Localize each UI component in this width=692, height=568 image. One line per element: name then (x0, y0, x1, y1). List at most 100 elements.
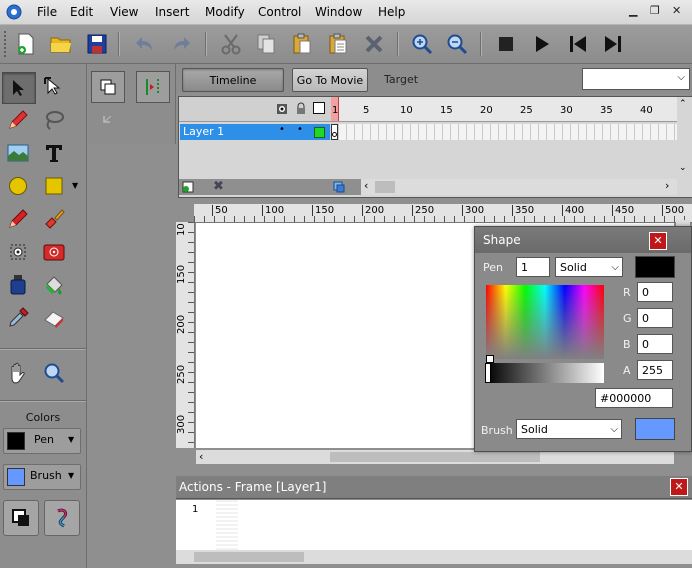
rectangle-tool[interactable] (38, 171, 70, 201)
tab-go-to-movie[interactable]: Go To Movie (292, 68, 368, 92)
close-icon[interactable]: ✕ (672, 4, 681, 17)
close-icon[interactable]: ✕ (670, 478, 688, 496)
keyframe-cell[interactable] (331, 124, 338, 140)
add-layer-icon[interactable] (182, 181, 194, 196)
stop-button[interactable] (492, 30, 520, 58)
menu-help[interactable]: Help (378, 5, 405, 19)
pen-tool[interactable] (2, 204, 34, 234)
brush-style-select[interactable]: Solid ⌵ (516, 419, 622, 439)
brightness-slider[interactable] (486, 363, 604, 383)
subselect-tool[interactable] (38, 72, 70, 102)
straighten-icon[interactable] (100, 114, 116, 133)
redo-button[interactable] (167, 30, 195, 58)
arrow-tool[interactable] (2, 72, 36, 104)
delete-layer-icon[interactable]: ✖ (213, 179, 224, 194)
delete-button[interactable] (360, 30, 388, 58)
minimize-icon[interactable]: ▁ (629, 4, 637, 17)
actions-title-bar[interactable]: Actions - Frame [Layer1] ✕ (176, 476, 692, 499)
ellipse-tool[interactable] (2, 171, 34, 201)
forward-end-button[interactable] (599, 30, 627, 58)
g-input[interactable]: 0 (637, 308, 673, 328)
undo-button[interactable] (131, 30, 159, 58)
menu-window[interactable]: Window (315, 5, 362, 19)
zoom-out-button[interactable] (443, 30, 471, 58)
menu-insert[interactable]: Insert (155, 5, 189, 19)
pen-color-button[interactable]: Pen ▼ (3, 428, 81, 454)
scroll-left-icon[interactable]: ‹ (364, 179, 368, 192)
r-input[interactable]: 0 (637, 282, 673, 302)
hand-tool[interactable] (2, 358, 34, 388)
menu-view[interactable]: View (110, 5, 138, 19)
save-button[interactable] (83, 30, 111, 58)
timeline-hscrollbar[interactable]: ‹ › (361, 179, 677, 195)
scroll-thumb[interactable] (194, 552, 304, 562)
default-colors-button[interactable] (3, 500, 39, 536)
pencil-tool[interactable] (2, 105, 34, 135)
lock-icon[interactable] (295, 102, 307, 118)
eyedropper-tool[interactable] (2, 303, 34, 333)
image-tool[interactable] (2, 138, 34, 168)
paint-bucket-tool[interactable] (38, 270, 70, 300)
actions-editor[interactable]: 1 (176, 500, 692, 550)
pen-style-select[interactable]: Solid ⌵ (555, 257, 623, 277)
scroll-down-icon[interactable]: ⌄ (679, 163, 687, 173)
a-input[interactable]: 255 (637, 360, 673, 380)
hex-input[interactable]: #000000 (595, 388, 673, 408)
restore-icon[interactable]: ❐ (650, 4, 660, 17)
copy-button[interactable] (252, 30, 280, 58)
tab-timeline[interactable]: Timeline (182, 68, 284, 92)
fill-transform-tool[interactable] (38, 237, 70, 267)
timeline-vscrollbar[interactable]: ⌃ ⌄ (677, 97, 691, 179)
brightness-thumb[interactable] (485, 363, 491, 383)
brush-tool[interactable] (38, 204, 70, 234)
frame-cells[interactable] (331, 124, 677, 140)
color-spectrum[interactable] (486, 285, 604, 359)
outline-square-icon[interactable] (313, 102, 325, 114)
zoom-tool[interactable] (38, 358, 70, 388)
scroll-thumb[interactable] (330, 452, 540, 462)
pen-color-swatch[interactable] (635, 256, 675, 278)
b-input[interactable]: 0 (637, 334, 673, 354)
play-button[interactable] (528, 30, 556, 58)
smooth-button[interactable] (136, 71, 170, 103)
brush-color-swatch[interactable] (635, 418, 675, 440)
lasso-tool[interactable] (38, 105, 70, 135)
menu-modify[interactable]: Modify (205, 5, 245, 19)
eraser-tool[interactable] (38, 303, 70, 333)
paste-button[interactable] (288, 30, 316, 58)
text-tool[interactable] (38, 138, 70, 168)
toolbar-grip[interactable] (4, 31, 10, 57)
eye-visibility-icon[interactable] (276, 103, 288, 118)
layer-row[interactable]: Layer 1 • • (180, 124, 330, 140)
menu-control[interactable]: Control (258, 5, 301, 19)
layer-visible-dot[interactable]: • (279, 124, 285, 135)
target-select[interactable]: ⌵ (582, 68, 690, 90)
open-button[interactable] (47, 30, 75, 58)
scroll-thumb[interactable] (375, 181, 395, 193)
scroll-right-icon[interactable]: › (665, 179, 669, 192)
actions-hscrollbar[interactable] (176, 550, 692, 564)
scroll-up-icon[interactable]: ⌃ (679, 99, 687, 109)
new-file-button[interactable] (12, 30, 40, 58)
pen-width-input[interactable]: 1 (516, 257, 550, 277)
menu-file[interactable]: File (37, 5, 57, 19)
rewind-button[interactable] (564, 30, 592, 58)
menu-edit[interactable]: Edit (70, 5, 93, 19)
stage-hscrollbar[interactable]: ‹ (196, 450, 674, 464)
scroll-left-icon[interactable]: ‹ (199, 450, 203, 463)
frame-ruler[interactable]: 1 5 10 15 20 25 30 35 40 (331, 97, 677, 122)
swap-colors-button[interactable] (44, 500, 80, 536)
zoom-in-button[interactable] (408, 30, 436, 58)
spectrum-cursor[interactable] (486, 355, 494, 363)
snap-to-objects-button[interactable] (91, 71, 125, 103)
ink-bottle-tool[interactable] (2, 270, 34, 300)
transform-tool[interactable] (2, 237, 34, 267)
cut-button[interactable] (217, 30, 245, 58)
close-icon[interactable]: ✕ (649, 232, 667, 250)
brush-color-button[interactable]: Brush ▼ (3, 464, 81, 490)
shape-dropdown-arrow-icon[interactable]: ▼ (72, 181, 78, 190)
shape-title-bar[interactable]: Shape ✕ (475, 227, 691, 253)
layer-outline-color[interactable] (314, 127, 325, 138)
edit-layers-icon[interactable] (333, 181, 345, 196)
layer-lock-dot[interactable]: • (297, 124, 303, 135)
